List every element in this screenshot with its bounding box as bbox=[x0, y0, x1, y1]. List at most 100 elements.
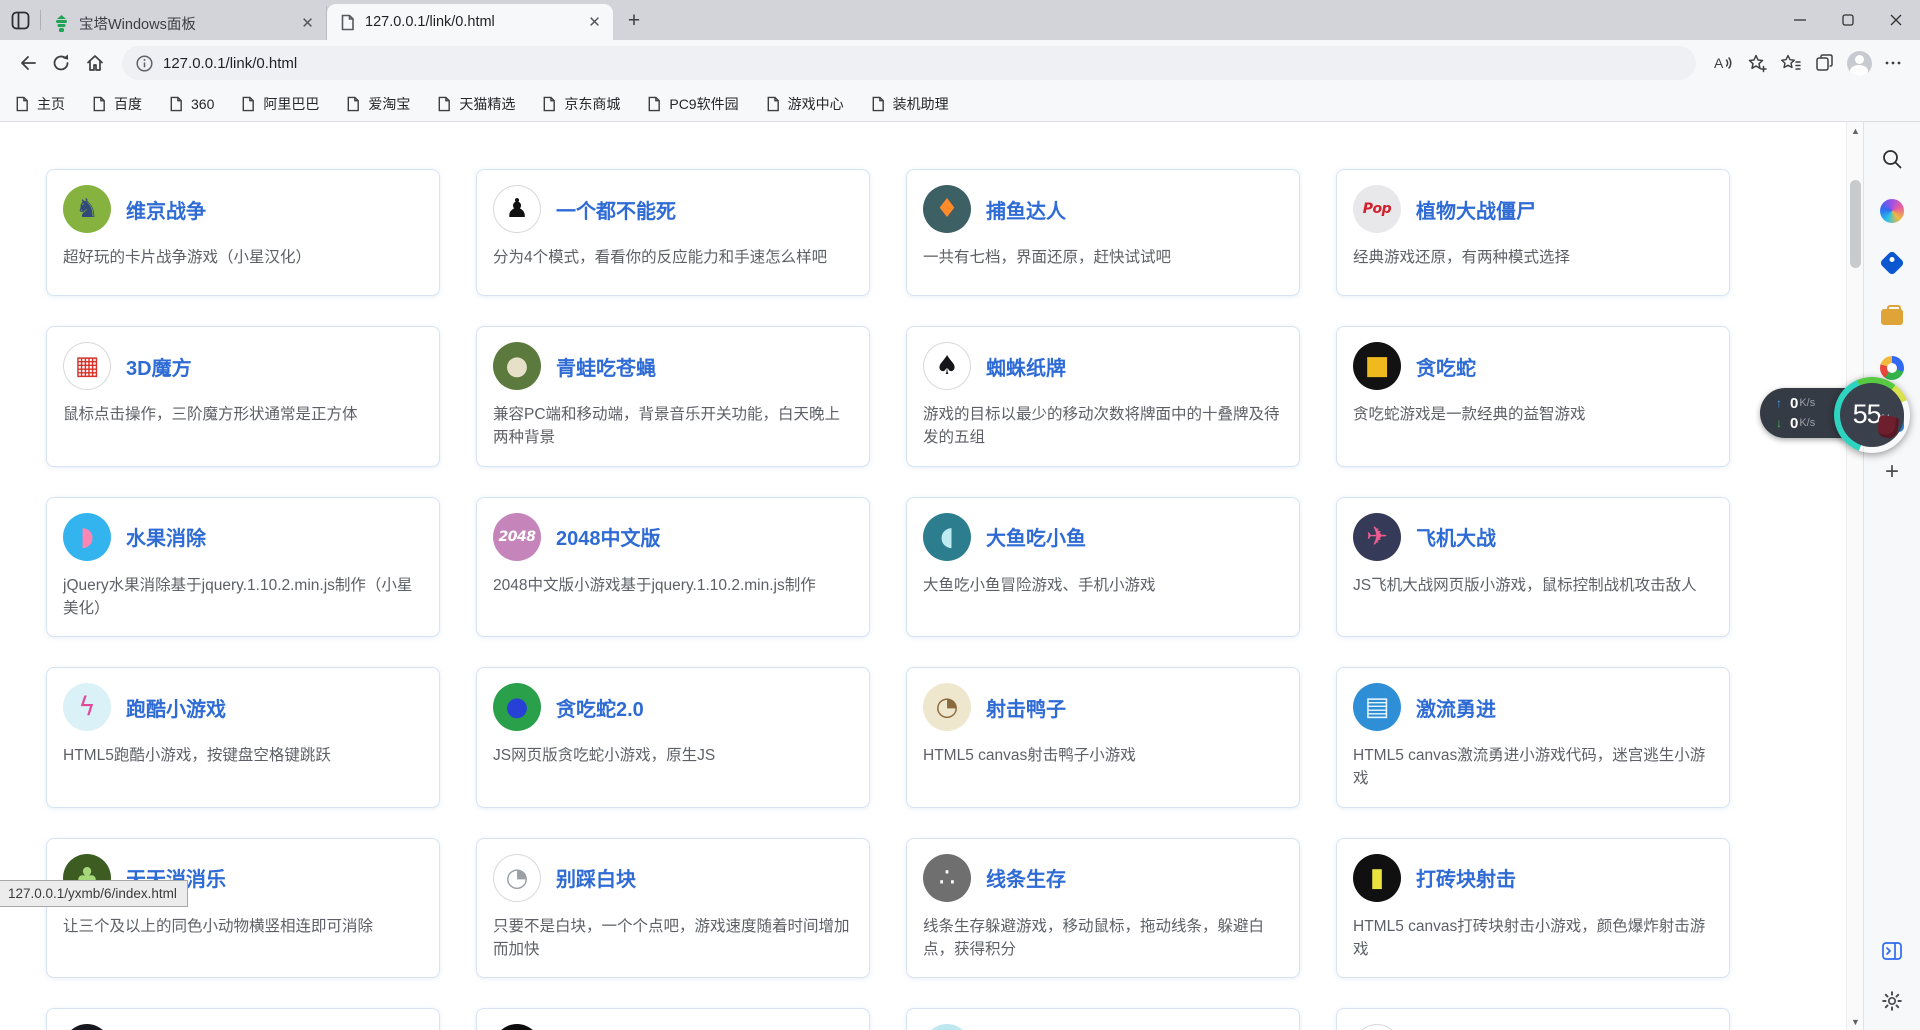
game-description: 贪吃蛇游戏是一款经典的益智游戏 bbox=[1353, 403, 1713, 426]
new-tab-button[interactable]: + bbox=[619, 6, 649, 36]
game-icon: ● bbox=[493, 342, 541, 390]
favorites-icon bbox=[1781, 53, 1801, 73]
tools-button[interactable] bbox=[1877, 302, 1907, 332]
bookmark-item[interactable]: 百度 bbox=[91, 91, 142, 117]
game-title-link[interactable]: 水果消除 bbox=[126, 522, 206, 551]
bookmark-item[interactable]: 京东商城 bbox=[541, 91, 620, 117]
profile-button[interactable] bbox=[1842, 46, 1876, 80]
bookmark-item[interactable]: 阿里巴巴 bbox=[240, 91, 319, 117]
game-icon: ● bbox=[63, 1024, 111, 1030]
shopping-button[interactable] bbox=[1877, 248, 1907, 278]
game-card-header: ▮ 打砖块射击 bbox=[1353, 854, 1713, 902]
maximize-icon bbox=[1842, 14, 1854, 26]
scroll-down-icon[interactable]: ▼ bbox=[1847, 1013, 1864, 1030]
tab-strip: 宝塔Windows面板 ✕ 127.0.0.1/link/0.html ✕ + bbox=[0, 0, 1920, 40]
back-button[interactable] bbox=[10, 46, 44, 80]
game-icon: ◖ bbox=[923, 513, 971, 561]
close-tab-icon[interactable]: ✕ bbox=[299, 15, 316, 32]
game-card-header: ● 贪吃蛇2.0 bbox=[493, 683, 853, 731]
more-menu-button[interactable] bbox=[1876, 46, 1910, 80]
close-window-button[interactable] bbox=[1872, 0, 1920, 40]
bookmark-item[interactable]: 装机助理 bbox=[870, 91, 949, 117]
game-card: ❖ 开心消乐 bbox=[906, 1008, 1300, 1030]
open-sidebar-button[interactable] bbox=[1877, 936, 1907, 966]
scroll-up-icon[interactable]: ▲ bbox=[1847, 122, 1864, 139]
close-tab-icon[interactable]: ✕ bbox=[586, 14, 603, 31]
game-title-link[interactable]: 3D魔方 bbox=[126, 352, 192, 381]
game-icon: ▤ bbox=[1353, 683, 1401, 731]
page-scrollbar[interactable]: ▲ ▼ bbox=[1846, 122, 1863, 1030]
game-card-header: ◔ 射击鸭子 bbox=[923, 683, 1283, 731]
game-card-header: ❖ 开心消乐 bbox=[923, 1024, 1283, 1030]
search-button[interactable] bbox=[1877, 144, 1907, 174]
edge-sidebar: O + bbox=[1863, 122, 1920, 1030]
info-icon[interactable] bbox=[136, 55, 153, 72]
game-card: ϟ 跑酷小游戏 HTML5跑酷小游戏，按键盘空格键跳跃 bbox=[46, 667, 440, 808]
add-favorite-button[interactable] bbox=[1740, 46, 1774, 80]
collections-button[interactable] bbox=[1808, 46, 1842, 80]
game-card: ♞ 维京战争 超好玩的卡片战争游戏（小星汉化） bbox=[46, 169, 440, 296]
game-card: ▙ 俄罗斯方块 bbox=[1336, 1008, 1730, 1030]
sidebar-settings-button[interactable] bbox=[1877, 986, 1907, 1016]
bookmark-item[interactable]: PC9软件园 bbox=[646, 91, 738, 117]
maximize-button[interactable] bbox=[1824, 0, 1872, 40]
game-title-link[interactable]: 射击鸭子 bbox=[986, 693, 1066, 722]
page-icon bbox=[91, 96, 107, 112]
tab-current[interactable]: 127.0.0.1/link/0.html ✕ bbox=[327, 4, 613, 40]
game-card-header: ◔ 别踩白块 bbox=[493, 854, 853, 902]
game-title-link[interactable]: 别踩白块 bbox=[556, 863, 636, 892]
read-aloud-button[interactable]: A bbox=[1706, 46, 1740, 80]
game-title-link[interactable]: 青蛙吃苍蝇 bbox=[556, 352, 656, 381]
favorites-button[interactable] bbox=[1774, 46, 1808, 80]
game-title-link[interactable]: 线条生存 bbox=[986, 863, 1066, 892]
game-card-header: ♦ 捕鱼达人 bbox=[923, 185, 1283, 233]
game-card-header: ▦ 3D魔方 bbox=[63, 342, 423, 390]
minimize-button[interactable] bbox=[1776, 0, 1824, 40]
game-title-link[interactable]: 一个都不能死 bbox=[556, 195, 676, 224]
game-card-header: ◗ 水果消除 bbox=[63, 513, 423, 561]
tab-baota[interactable]: 宝塔Windows面板 ✕ bbox=[41, 6, 327, 40]
profile-avatar bbox=[1847, 51, 1872, 76]
address-bar[interactable]: 127.0.0.1/link/0.html bbox=[122, 46, 1696, 80]
game-card: ● 吃豆人 bbox=[476, 1008, 870, 1030]
game-title-link[interactable]: 植物大战僵尸 bbox=[1416, 195, 1536, 224]
settings-gear-icon bbox=[1881, 990, 1903, 1012]
game-title-link[interactable]: 打砖块射击 bbox=[1416, 863, 1516, 892]
scrollbar-thumb[interactable] bbox=[1850, 180, 1861, 268]
game-icon: ◔ bbox=[923, 683, 971, 731]
acceleration-ball[interactable]: 55 % bbox=[1834, 377, 1910, 453]
bookmark-item[interactable]: 天猫精选 bbox=[436, 91, 515, 117]
refresh-button[interactable] bbox=[44, 46, 78, 80]
game-card-header: ♟ 一个都不能死 bbox=[493, 185, 853, 233]
add-sidebar-item-button[interactable]: + bbox=[1877, 457, 1907, 487]
bookmark-item[interactable]: 爱淘宝 bbox=[345, 91, 410, 117]
game-title-link[interactable]: 蜘蛛纸牌 bbox=[986, 352, 1066, 381]
game-card: ● 击 bbox=[46, 1008, 440, 1030]
bookmark-item[interactable]: 主页 bbox=[14, 91, 65, 117]
bookmark-label: 天猫精选 bbox=[459, 94, 515, 114]
game-title-link[interactable]: 贪吃蛇2.0 bbox=[556, 693, 644, 722]
game-title-link[interactable]: 跑酷小游戏 bbox=[126, 693, 226, 722]
game-description: HTML5 canvas射击鸭子小游戏 bbox=[923, 744, 1283, 767]
game-title-link[interactable]: 维京战争 bbox=[126, 195, 206, 224]
game-title-link[interactable]: 贪吃蛇 bbox=[1416, 352, 1476, 381]
window-controls bbox=[1776, 0, 1920, 40]
game-title-link[interactable]: 飞机大战 bbox=[1416, 522, 1496, 551]
bookmark-item[interactable]: 游戏中心 bbox=[765, 91, 844, 117]
back-icon bbox=[17, 53, 37, 73]
bookmark-label: 游戏中心 bbox=[788, 94, 844, 114]
game-icon: ◔ bbox=[493, 854, 541, 902]
page-icon bbox=[339, 14, 356, 31]
more-icon bbox=[1884, 54, 1902, 72]
bookmark-item[interactable]: 360 bbox=[168, 91, 214, 117]
tab-actions-button[interactable] bbox=[0, 0, 40, 40]
copilot-button[interactable] bbox=[1877, 196, 1907, 226]
game-title-link[interactable]: 大鱼吃小鱼 bbox=[986, 522, 1086, 551]
home-button[interactable] bbox=[78, 46, 112, 80]
game-description: 只要不是白块，一个个点吧，游戏速度随着时间增加而加快 bbox=[493, 915, 853, 962]
game-description: HTML5 canvas激流勇进小游戏代码，迷宫逃生小游戏 bbox=[1353, 744, 1713, 791]
game-description: 一共有七档，界面还原，赶快试试吧 bbox=[923, 246, 1283, 269]
game-title-link[interactable]: 激流勇进 bbox=[1416, 693, 1496, 722]
game-title-link[interactable]: 2048中文版 bbox=[556, 522, 661, 551]
game-title-link[interactable]: 捕鱼达人 bbox=[986, 195, 1066, 224]
